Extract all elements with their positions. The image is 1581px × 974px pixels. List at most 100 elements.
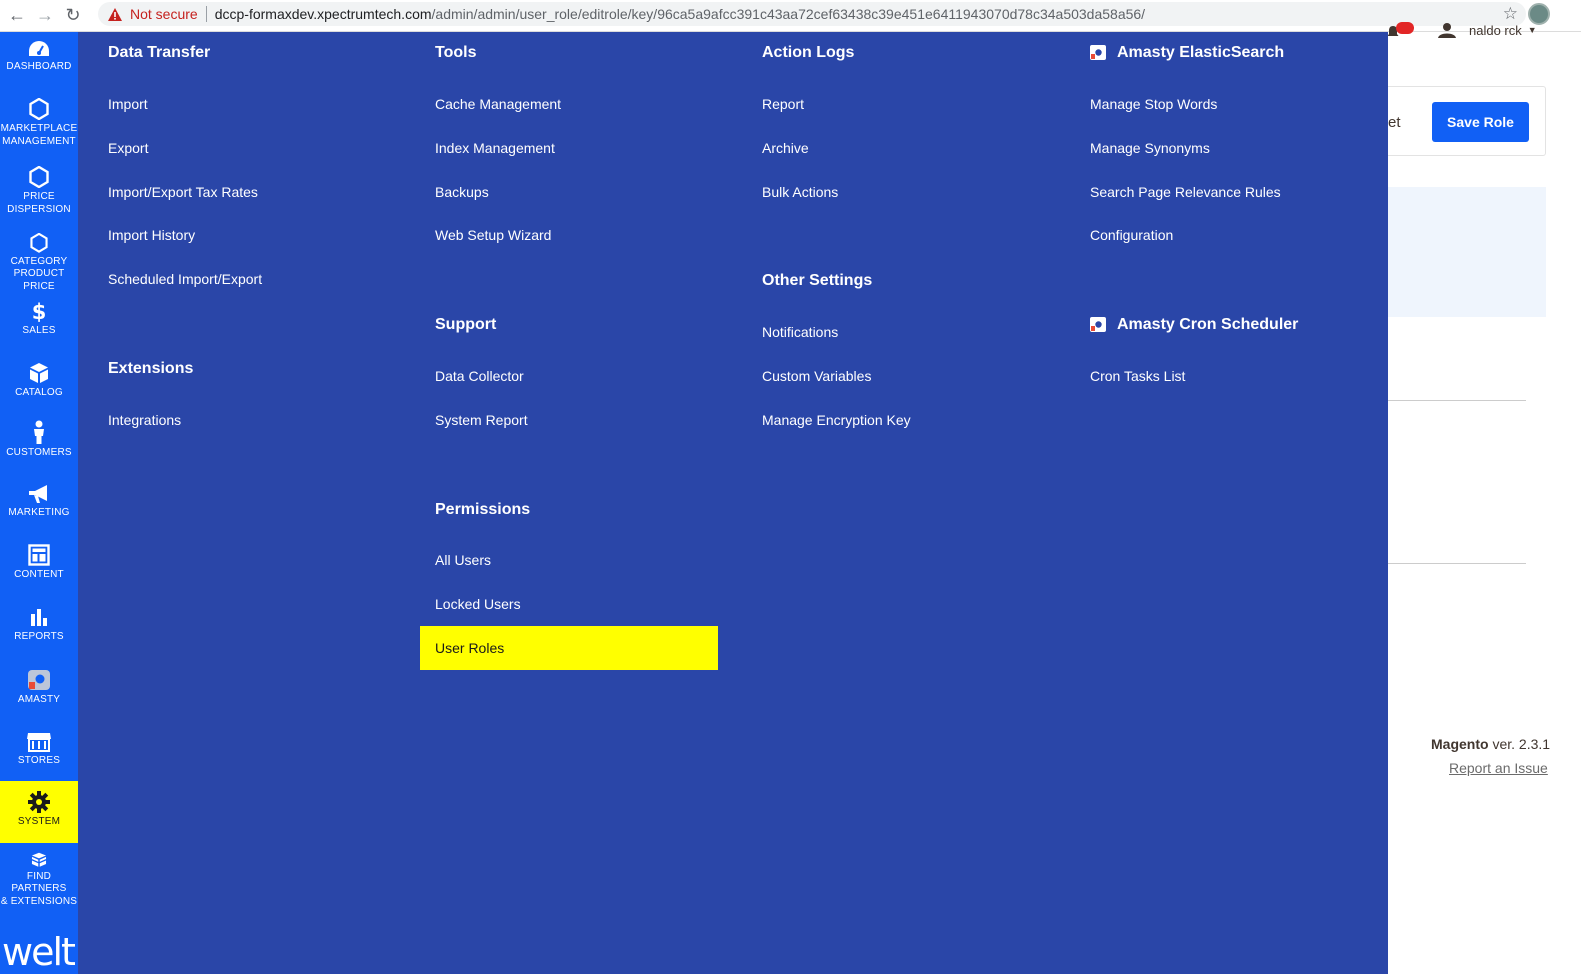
menu-link-backups[interactable]: Backups (435, 184, 489, 200)
warning-icon (108, 7, 122, 21)
group-title-text: Amasty Cron Scheduler (1117, 316, 1299, 333)
sidebar-item-label: MARKETPLACE MANAGEMENT (0, 123, 78, 147)
group-title-tools: Tools (435, 44, 477, 61)
layout-icon (28, 544, 50, 566)
group-title-permissions: Permissions (435, 501, 531, 518)
sidebar-item-find-partners-extensions[interactable]: FIND PARTNERS & EXTENSIONS (0, 852, 78, 908)
sidebar-item-category-product-price[interactable]: CATEGORY PRODUCT PRICE (0, 233, 78, 293)
menu-link-custom-variables[interactable]: Custom Variables (762, 368, 871, 384)
back-icon[interactable]: ← (6, 5, 28, 27)
menu-link-locked-users[interactable]: Locked Users (435, 596, 521, 612)
sidebar-item-label: FIND PARTNERS & EXTENSIONS (0, 870, 78, 907)
url-path: /admin/admin/user_role/editrole/key/96ca… (431, 6, 1146, 22)
menu-link-configuration[interactable]: Configuration (1090, 227, 1173, 243)
megaphone-icon (29, 485, 47, 503)
sidebar-item-label: CATALOG (15, 387, 63, 398)
menu-link-export[interactable]: Export (108, 140, 148, 156)
sidebar-item-price-dispersion[interactable]: PRICE DISPERSION (0, 166, 78, 226)
menu-link-manage-synonyms[interactable]: Manage Synonyms (1090, 140, 1210, 156)
menu-link-all-users[interactable]: All Users (435, 552, 491, 568)
sidebar-item-label: STORES (17, 755, 61, 766)
amasty-icon (1090, 45, 1106, 60)
sidebar-item-label: CUSTOMERS (6, 447, 72, 458)
person-icon (34, 420, 44, 444)
user-account-menu[interactable]: naldo rck ▼ (1437, 22, 1537, 38)
box-icon (30, 363, 48, 383)
menu-link-scheduled-import-export[interactable]: Scheduled Import/Export (108, 271, 262, 287)
sidebar-item-label: DASHBOARD (6, 61, 72, 72)
report-issue-link[interactable]: Report an Issue (1449, 760, 1548, 776)
sidebar-item-label: CONTENT (14, 569, 64, 580)
menu-link-manage-stop-words[interactable]: Manage Stop Words (1090, 96, 1217, 112)
admin-sidebar: DASHBOARD MARKETPLACE MANAGEMENT PRICE D… (0, 32, 78, 974)
sidebar-item-content[interactable]: CONTENT (0, 544, 78, 594)
welt-logo: welt (2, 930, 76, 974)
group-title-amasty-elasticsearch: Amasty ElasticSearch (1090, 44, 1284, 62)
menu-link-user-roles[interactable]: User Roles (420, 626, 718, 670)
menu-link-cache-management[interactable]: Cache Management (435, 96, 561, 112)
url-host: dccp-formaxdev.xpectrumtech.com (214, 6, 432, 22)
sidebar-item-catalog[interactable]: CATALOG (0, 362, 78, 412)
bar-chart-icon (31, 609, 47, 626)
menu-link-report[interactable]: Report (762, 96, 804, 112)
save-role-button[interactable]: Save Role (1432, 102, 1529, 142)
forward-icon[interactable]: → (34, 5, 56, 27)
amasty-icon (28, 670, 50, 690)
info-panel (1388, 187, 1546, 317)
menu-link-manage-encryption-key[interactable]: Manage Encryption Key (762, 412, 911, 428)
sidebar-item-marketplace-management[interactable]: MARKETPLACE MANAGEMENT (0, 98, 78, 158)
omnibox-separator (205, 6, 207, 22)
menu-link-archive[interactable]: Archive (762, 140, 809, 156)
dollar-icon: $ (32, 300, 47, 322)
group-title-support: Support (435, 316, 497, 333)
hexagon-icon (30, 233, 48, 253)
sidebar-item-amasty[interactable]: AMASTY (0, 669, 78, 719)
system-flyout-menu: Data Transfer Import Export Import/Expor… (78, 32, 1388, 974)
sidebar-item-stores[interactable]: STORES (0, 732, 78, 782)
menu-link-import[interactable]: Import (108, 96, 148, 112)
menu-link-web-setup-wizard[interactable]: Web Setup Wizard (435, 227, 551, 243)
storefront-icon (27, 733, 51, 752)
divider (1388, 563, 1526, 564)
reload-icon[interactable]: ↻ (62, 5, 84, 27)
reset-button[interactable]: et (1388, 114, 1401, 131)
bookmark-star-icon[interactable]: ☆ (1503, 4, 1518, 24)
user-name: naldo rck (1469, 22, 1522, 38)
browser-toolbar: ← → ↻ Not secure dccp-formaxdev.xpectrum… (0, 0, 1581, 32)
menu-link-integrations[interactable]: Integrations (108, 412, 181, 428)
amasty-icon (1090, 317, 1106, 332)
not-secure-label: Not secure (130, 6, 198, 22)
menu-link-system-report[interactable]: System Report (435, 412, 528, 428)
menu-link-notifications[interactable]: Notifications (762, 324, 838, 340)
group-title-extensions: Extensions (108, 360, 194, 377)
group-title-amasty-cron-scheduler: Amasty Cron Scheduler (1090, 316, 1298, 334)
sidebar-item-label: AMASTY (17, 694, 61, 705)
magento-version: Magento ver. 2.3.1 (1431, 736, 1550, 752)
menu-link-import-export-tax-rates[interactable]: Import/Export Tax Rates (108, 184, 258, 200)
svg-text:$: $ (32, 300, 47, 322)
sidebar-item-sales[interactable]: $ SALES (0, 300, 78, 350)
sidebar-item-dashboard[interactable]: DASHBOARD (0, 40, 78, 90)
sidebar-item-label: CATEGORY PRODUCT PRICE (10, 255, 68, 292)
menu-link-index-management[interactable]: Index Management (435, 140, 555, 156)
group-title-action-logs: Action Logs (762, 44, 855, 61)
notification-badge (1396, 22, 1414, 34)
dashboard-icon (29, 41, 49, 56)
sidebar-item-marketing[interactable]: MARKETING (0, 484, 78, 534)
sidebar-item-label: PRICE DISPERSION (7, 191, 71, 215)
menu-link-bulk-actions[interactable]: Bulk Actions (762, 184, 838, 200)
sidebar-item-customers[interactable]: CUSTOMERS (0, 420, 78, 470)
sidebar-item-system[interactable]: SYSTEM (0, 781, 78, 843)
sidebar-item-label: SYSTEM (17, 816, 61, 827)
menu-link-import-history[interactable]: Import History (108, 227, 195, 243)
menu-link-cron-tasks-list[interactable]: Cron Tasks List (1090, 368, 1185, 384)
hexagon-icon (29, 166, 49, 188)
address-bar[interactable]: Not secure dccp-formaxdev.xpectrumtech.c… (98, 2, 1526, 26)
menu-link-search-page-relevance-rules[interactable]: Search Page Relevance Rules (1090, 184, 1281, 200)
gear-icon (28, 791, 50, 813)
hexagon-icon (29, 98, 49, 120)
magento-brand: Magento (1431, 736, 1489, 752)
sidebar-item-reports[interactable]: REPORTS (0, 608, 78, 658)
menu-link-data-collector[interactable]: Data Collector (435, 368, 524, 384)
blocks-icon (31, 852, 47, 867)
